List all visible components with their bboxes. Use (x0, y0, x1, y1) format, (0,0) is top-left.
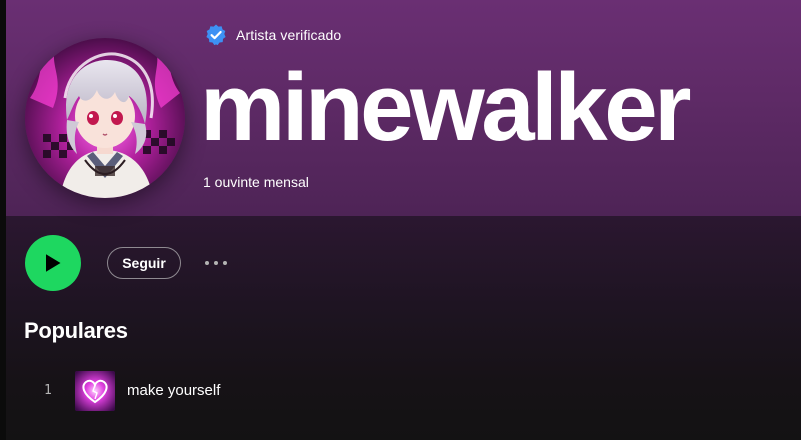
track-row[interactable]: 1 make yourself (6, 366, 801, 416)
follow-button[interactable]: Seguir (107, 247, 181, 279)
artist-page: Artista verificado minewalker 1 ouvinte … (0, 0, 801, 440)
more-options-icon-dot (223, 261, 227, 265)
play-icon (46, 254, 61, 272)
track-cover-art (75, 371, 115, 411)
monthly-listeners: 1 ouvinte mensal (203, 174, 309, 190)
more-options-icon (205, 261, 209, 265)
artist-name: minewalker (200, 54, 691, 161)
verified-label: Artista verificado (236, 27, 342, 43)
more-options-icon-dot (214, 261, 218, 265)
play-button[interactable] (25, 235, 81, 291)
more-options-button[interactable] (199, 253, 233, 273)
verified-badge-icon (206, 24, 226, 46)
popular-section-title: Populares (24, 318, 128, 343)
verified-badge-row: Artista verificado (204, 22, 341, 48)
artist-avatar (25, 38, 185, 198)
track-index: 1 (44, 383, 52, 398)
track-title[interactable]: make yourself (127, 382, 220, 399)
